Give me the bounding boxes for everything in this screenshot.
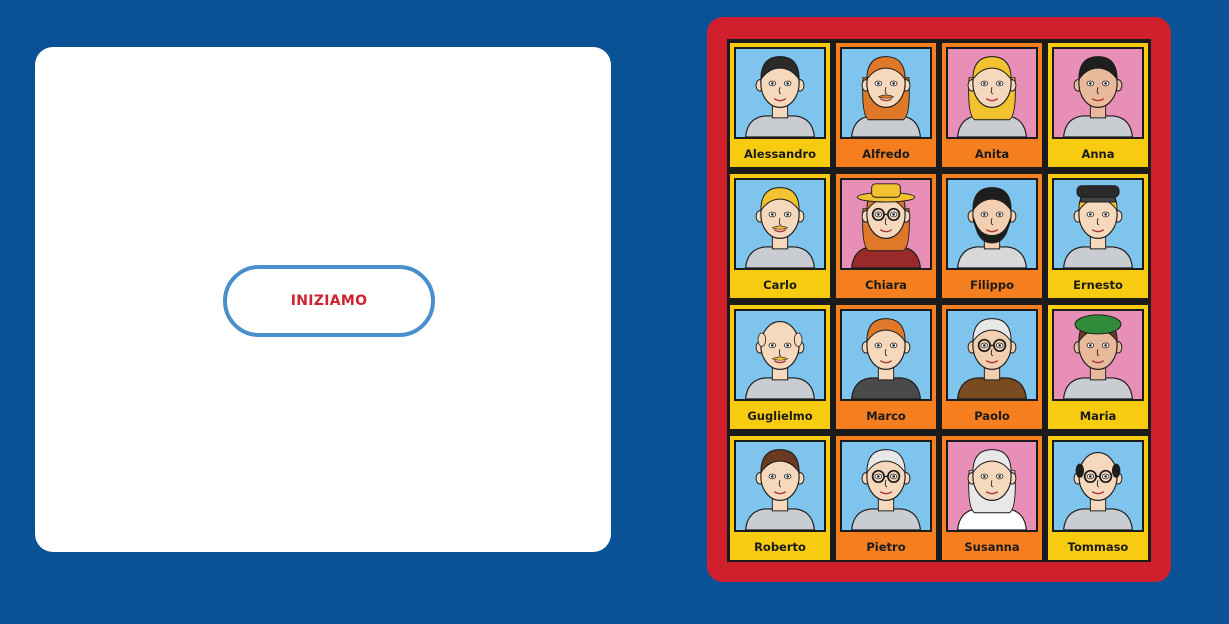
character-name: Ernesto xyxy=(1073,278,1123,292)
character-card-susanna[interactable]: Susanna xyxy=(940,434,1044,562)
character-portrait xyxy=(734,309,826,401)
character-name: Roberto xyxy=(754,540,806,554)
face-avatar-icon xyxy=(1054,180,1142,268)
character-name: Marco xyxy=(866,409,906,423)
character-portrait xyxy=(1052,178,1144,270)
character-portrait xyxy=(1052,47,1144,139)
face-avatar-icon xyxy=(842,180,930,268)
face-avatar-icon xyxy=(948,180,1036,268)
start-panel: INIZIAMO xyxy=(35,47,611,552)
character-portrait xyxy=(840,47,932,139)
face-avatar-icon xyxy=(948,49,1036,137)
face-avatar-icon xyxy=(736,442,824,530)
character-name: Alessandro xyxy=(743,147,817,161)
character-portrait xyxy=(734,440,826,532)
face-avatar-icon xyxy=(842,442,930,530)
character-card-alessandro[interactable]: Alessandro xyxy=(728,41,832,169)
character-card-roberto[interactable]: Roberto xyxy=(728,434,832,562)
character-name: Susanna xyxy=(964,540,1020,554)
face-avatar-icon xyxy=(948,311,1036,399)
character-name: Guglielmo xyxy=(747,409,813,423)
face-avatar-icon xyxy=(1054,49,1142,137)
character-card-chiara[interactable]: Chiara xyxy=(834,172,938,300)
character-name: Chiara xyxy=(865,278,907,292)
face-avatar-icon xyxy=(948,442,1036,530)
face-avatar-icon xyxy=(842,311,930,399)
character-card-carlo[interactable]: Carlo xyxy=(728,172,832,300)
character-portrait xyxy=(734,47,826,139)
character-portrait xyxy=(734,178,826,270)
character-portrait xyxy=(946,440,1038,532)
character-name: Anita xyxy=(974,147,1010,161)
character-name: Carlo xyxy=(763,278,797,292)
character-card-maria[interactable]: Maria xyxy=(1046,303,1150,431)
character-name: Tommaso xyxy=(1067,540,1129,554)
character-card-filippo[interactable]: Filippo xyxy=(940,172,1044,300)
character-card-tommaso[interactable]: Tommaso xyxy=(1046,434,1150,562)
character-card-alfredo[interactable]: Alfredo xyxy=(834,41,938,169)
character-portrait xyxy=(840,309,932,401)
character-card-pietro[interactable]: Pietro xyxy=(834,434,938,562)
face-avatar-icon xyxy=(736,49,824,137)
face-avatar-icon xyxy=(736,180,824,268)
face-avatar-icon xyxy=(842,49,930,137)
character-portrait xyxy=(1052,309,1144,401)
character-name: Filippo xyxy=(969,278,1015,292)
character-card-marco[interactable]: Marco xyxy=(834,303,938,431)
character-grid: Alessandro Alfredo Anita Anna Carlo Chiara Fil… xyxy=(727,39,1151,562)
face-avatar-icon xyxy=(1054,311,1142,399)
character-portrait xyxy=(946,309,1038,401)
character-card-anita[interactable]: Anita xyxy=(940,41,1044,169)
face-avatar-icon xyxy=(736,311,824,399)
character-name: Maria xyxy=(1079,409,1117,423)
character-card-ernesto[interactable]: Ernesto xyxy=(1046,172,1150,300)
face-avatar-icon xyxy=(1054,442,1142,530)
character-board: Alessandro Alfredo Anita Anna Carlo Chiara Fil… xyxy=(707,17,1171,582)
character-portrait xyxy=(840,440,932,532)
character-name: Paolo xyxy=(974,409,1010,423)
character-portrait xyxy=(1052,440,1144,532)
character-name: Alfredo xyxy=(862,147,910,161)
start-button[interactable]: INIZIAMO xyxy=(223,265,435,337)
character-portrait xyxy=(840,178,932,270)
character-name: Pietro xyxy=(866,540,906,554)
character-name: Anna xyxy=(1081,147,1115,161)
character-portrait xyxy=(946,47,1038,139)
character-card-guglielmo[interactable]: Guglielmo xyxy=(728,303,832,431)
character-card-anna[interactable]: Anna xyxy=(1046,41,1150,169)
character-card-paolo[interactable]: Paolo xyxy=(940,303,1044,431)
character-portrait xyxy=(946,178,1038,270)
